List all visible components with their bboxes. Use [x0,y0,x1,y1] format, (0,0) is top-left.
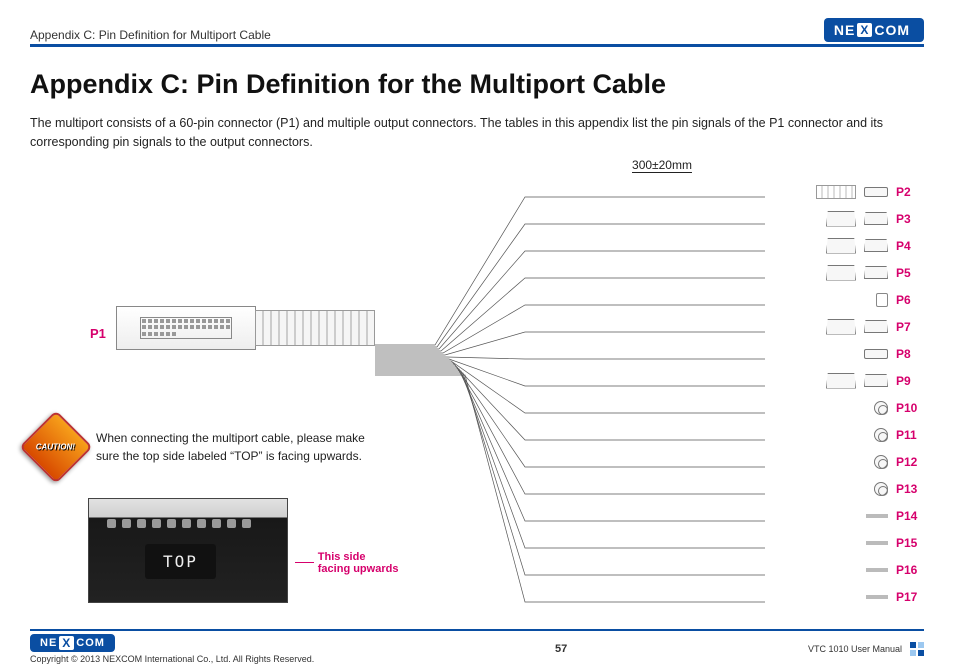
connector-label: P7 [896,320,924,334]
connector-row-p16: P16 [866,559,924,581]
caution-text: When connecting the multiport cable, ple… [96,429,390,465]
connector-row-p5: P5 [826,262,924,284]
connector-label: P2 [896,185,924,199]
dimension-label: 300±20mm [400,158,924,172]
connector-db9-icon [826,319,856,335]
connector-label: P8 [896,347,924,361]
header-bar: Appendix C: Pin Definition for Multiport… [30,18,924,47]
connector-usb-icon [864,349,888,359]
connector-rca-icon [874,455,888,469]
cable-body-drawing [255,310,375,346]
connector-row-p11: P11 [874,424,924,446]
footer-bar: NEXCOM Copyright © 2013 NEXCOM Internati… [30,629,924,664]
connector-db9-icon [826,238,856,254]
connector-label: P4 [896,239,924,253]
connector-label: P9 [896,374,924,388]
intro-paragraph: The multiport consists of a 60-pin conne… [30,114,900,152]
connector-label: P5 [896,266,924,280]
connector-rca-icon [874,428,888,442]
page-title: Appendix C: Pin Definition for the Multi… [30,69,924,100]
connector-label: P17 [896,590,924,604]
connector-row-p12: P12 [874,451,924,473]
connector-db9-small-icon [864,320,888,333]
connector-wire-icon [866,541,888,545]
connector-db9-small-icon [864,239,888,252]
left-column: P1 CAUTION! When connecting the multipor… [30,156,400,623]
p1-connector-drawing [116,306,256,350]
connector-label: P6 [896,293,924,307]
connector-row-p17: P17 [866,586,924,608]
connector-label: P14 [896,509,924,523]
page-number: 57 [555,643,567,655]
connector-wire-icon [866,568,888,572]
p1-pins-icon [140,317,232,339]
connector-row-p13: P13 [874,478,924,500]
connector-label: P3 [896,212,924,226]
connector-wire-icon [866,514,888,518]
right-column: 300±20mm [400,156,924,623]
connector-rca-icon [874,482,888,496]
photo-top-label: TOP [145,544,216,579]
callout-line-icon [295,562,314,563]
footer-copyright: Copyright © 2013 NEXCOM International Co… [30,654,314,664]
connector-row-p2: P2 [816,181,924,203]
connector-db9-icon [826,211,856,227]
connector-row-p8: P8 [864,343,924,365]
connector-db9-small-icon [864,266,888,279]
footer-grid-icon [910,642,924,656]
connector-strip-icon [816,185,856,199]
connector-label: P12 [896,455,924,469]
device-photo: TOP [88,498,288,603]
caution-badge-icon: CAUTION! [19,410,93,484]
photo-dots-icon [107,519,251,528]
connector-label: P10 [896,401,924,415]
connector-row-p15: P15 [866,532,924,554]
footer-brand-logo: NEXCOM [30,634,115,652]
connector-db9-icon [826,265,856,281]
connector-row-p9: P9 [826,370,924,392]
connector-label: P13 [896,482,924,496]
footer-doc-title: VTC 1010 User Manual [808,644,902,654]
connector-db9-small-icon [864,212,888,225]
cable-fanout-diagram: P2 P3 P4 P5 [400,173,924,623]
connector-label: P11 [896,428,924,442]
caution-row: CAUTION! When connecting the multiport c… [30,421,390,473]
connector-db9-icon [826,373,856,389]
brand-logo: NEXCOM [824,18,924,42]
connector-row-p6: P6 [876,289,924,311]
connector-row-p7: P7 [826,316,924,338]
connector-row-p3: P3 [826,208,924,230]
connector-row-p4: P4 [826,235,924,257]
connector-label: P15 [896,536,924,550]
fanout-lines-icon [375,179,815,629]
connector-wire-icon [866,595,888,599]
connector-small-icon [864,187,888,197]
connector-label: P16 [896,563,924,577]
connector-audio-icon [876,293,888,307]
connector-row-p10: P10 [874,397,924,419]
connector-rca-icon [874,401,888,415]
p1-label: P1 [90,326,106,341]
connector-row-p14: P14 [866,505,924,527]
connector-db9-small-icon [864,374,888,387]
breadcrumb: Appendix C: Pin Definition for Multiport… [30,28,271,42]
